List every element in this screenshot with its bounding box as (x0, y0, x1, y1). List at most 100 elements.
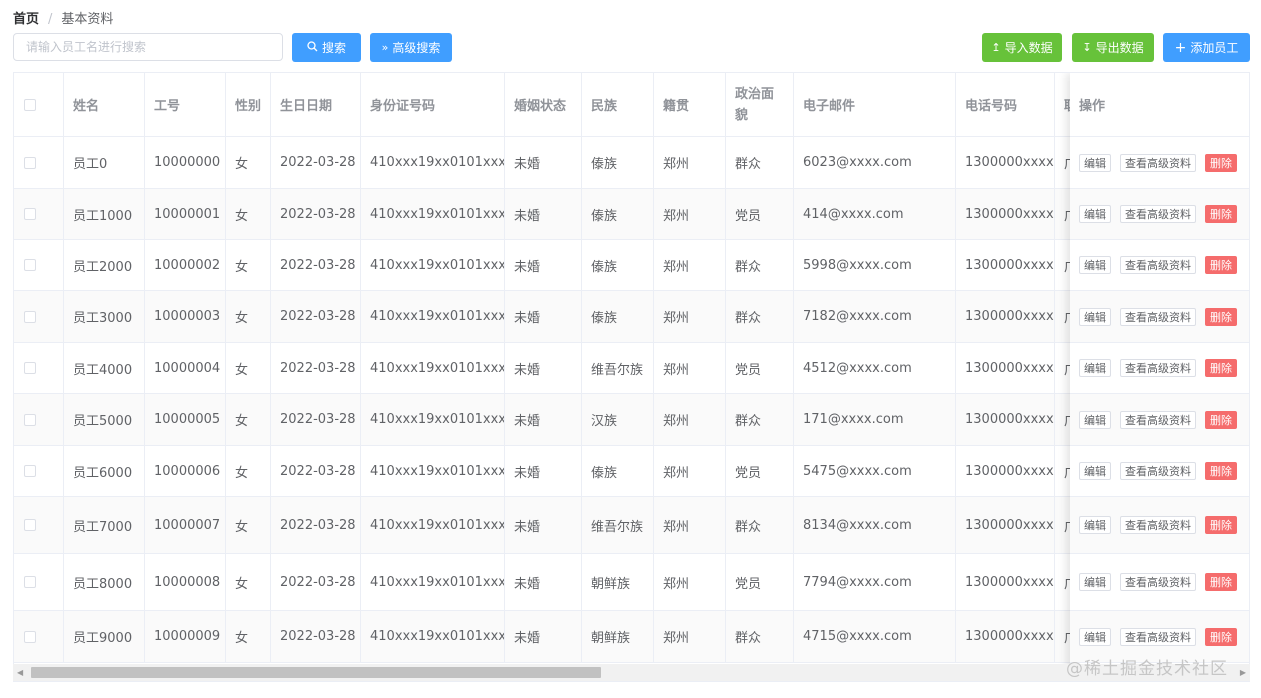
row-checkbox[interactable] (24, 259, 36, 271)
cell-politic: 群众 (726, 611, 794, 662)
row-checkbox[interactable] (24, 413, 36, 426)
cell-native: 郑州 (654, 611, 726, 662)
cell-nation: 傣族 (582, 291, 654, 342)
delete-button[interactable]: 删除 (1205, 307, 1237, 326)
scroll-left-icon[interactable]: ◀ (17, 668, 23, 677)
cell-phone: 1300000xxxx (956, 291, 1055, 342)
cell-gender: 女 (226, 291, 271, 342)
view-advanced-button[interactable]: 查看高级资料 (1120, 307, 1196, 326)
cell-marital: 未婚 (505, 343, 582, 393)
cell-text: 10000007 (154, 517, 221, 533)
row-actions: 编辑 查看高级资料 删除 (1070, 189, 1249, 240)
cell-email: 8134@xxxx.com (794, 497, 956, 553)
search-button[interactable]: 搜索 (292, 33, 361, 62)
row-select-cell[interactable] (14, 137, 64, 188)
delete-button[interactable]: 删除 (1205, 256, 1237, 274)
add-employee-button[interactable]: + 添加员工 (1163, 33, 1250, 62)
delete-button[interactable]: 删除 (1205, 410, 1237, 429)
delete-button[interactable]: 删除 (1205, 462, 1237, 480)
cell-text: 410xxx19xx0101xxxx (370, 155, 505, 170)
cell-politic: 群众 (726, 394, 794, 445)
cell-birthday: 2022-03-28 (271, 554, 361, 610)
edit-button[interactable]: 编辑 (1079, 573, 1111, 591)
advanced-search-button[interactable]: » 高级搜索 (370, 33, 452, 62)
import-label: 导入数据 (1004, 41, 1053, 55)
row-checkbox[interactable] (24, 310, 36, 323)
select-all-checkbox[interactable] (24, 98, 36, 111)
cell-text: 414@xxxx.com (803, 206, 904, 222)
view-advanced-button[interactable]: 查看高级资料 (1120, 410, 1196, 429)
row-select-cell[interactable] (14, 394, 64, 445)
export-data-button[interactable]: ↧ 导出数据 (1072, 33, 1154, 62)
operations-column: 操作 编辑 查看高级资料 删除 编辑 查看高级资料 删除 编辑 查看高级资料 删除 编辑 查看高级资料… (1070, 73, 1249, 681)
view-advanced-button[interactable]: 查看高级资料 (1120, 205, 1196, 223)
cell-native: 郑州 (654, 291, 726, 342)
select-all-cell[interactable] (14, 73, 64, 136)
edit-button[interactable]: 编辑 (1079, 516, 1111, 534)
view-advanced-button[interactable]: 查看高级资料 (1120, 153, 1196, 172)
table-row: 员工9000 10000009 女 2022-03-28 410xxx19xx0101x… (14, 611, 1249, 663)
row-select-cell[interactable] (14, 189, 64, 239)
row-select-cell[interactable] (14, 611, 64, 662)
row-select-cell[interactable] (14, 554, 64, 610)
cell-nation: 傣族 (582, 446, 654, 496)
cell-text: 郑州 (663, 208, 690, 224)
cell-birthday: 2022-03-28 (271, 394, 361, 445)
view-advanced-button[interactable]: 查看高级资料 (1120, 516, 1196, 534)
cell-text: 未婚 (514, 576, 541, 592)
cell-native: 郑州 (654, 189, 726, 239)
watermark: @稀土掘金技术社区 (1066, 659, 1228, 679)
row-select-cell[interactable] (14, 343, 64, 393)
row-select-cell[interactable] (14, 446, 64, 496)
row-select-cell[interactable] (14, 291, 64, 342)
cell-text: 傣族 (591, 157, 618, 172)
edit-button[interactable]: 编辑 (1079, 462, 1111, 480)
export-label: 导出数据 (1095, 41, 1144, 55)
cell-text: 8134@xxxx.com (803, 517, 912, 533)
cell-nation: 傣族 (582, 137, 654, 188)
edit-button[interactable]: 编辑 (1079, 359, 1111, 377)
cell-text: 党员 (735, 465, 762, 481)
delete-button[interactable]: 删除 (1205, 516, 1237, 534)
edit-button[interactable]: 编辑 (1079, 256, 1111, 274)
row-checkbox[interactable] (24, 576, 36, 588)
row-checkbox[interactable] (24, 630, 36, 643)
row-actions: 编辑 查看高级资料 删除 (1070, 291, 1249, 343)
breadcrumb-home[interactable]: 首页 (13, 12, 39, 27)
edit-button[interactable]: 编辑 (1079, 307, 1111, 326)
view-advanced-button[interactable]: 查看高级资料 (1120, 573, 1196, 591)
delete-button[interactable]: 删除 (1205, 153, 1237, 172)
scrollbar-thumb[interactable] (31, 667, 601, 678)
edit-button[interactable]: 编辑 (1079, 410, 1111, 429)
edit-button[interactable]: 编辑 (1079, 205, 1111, 223)
edit-button[interactable]: 编辑 (1079, 153, 1111, 172)
delete-button[interactable]: 删除 (1205, 359, 1237, 377)
cell-idcard: 410xxx19xx0101xxxx (361, 394, 505, 445)
row-checkbox[interactable] (24, 465, 36, 477)
cell-text: 1300000xxxx (965, 257, 1054, 273)
cell-phone: 1300000xxxx (956, 137, 1055, 188)
row-checkbox[interactable] (24, 362, 36, 374)
view-advanced-button[interactable]: 查看高级资料 (1120, 627, 1196, 646)
scroll-right-icon[interactable]: ▶ (1240, 668, 1246, 677)
delete-button[interactable]: 删除 (1205, 573, 1237, 591)
row-checkbox[interactable] (24, 156, 36, 169)
view-advanced-button[interactable]: 查看高级资料 (1120, 359, 1196, 377)
search-input[interactable] (13, 33, 283, 61)
import-data-button[interactable]: ↥ 导入数据 (982, 33, 1062, 62)
row-select-cell[interactable] (14, 497, 64, 553)
cell-birthday: 2022-03-28 (271, 497, 361, 553)
horizontal-scrollbar[interactable]: ◀ ▶ (13, 664, 1250, 681)
cell-text: 10000003 (154, 309, 221, 324)
delete-button[interactable]: 删除 (1205, 205, 1237, 223)
edit-button[interactable]: 编辑 (1079, 627, 1111, 646)
row-select-cell[interactable] (14, 240, 64, 290)
row-checkbox[interactable] (24, 519, 36, 531)
cell-idcard: 410xxx19xx0101xxxx (361, 446, 505, 496)
cell-politic: 党员 (726, 554, 794, 610)
view-advanced-button[interactable]: 查看高级资料 (1120, 462, 1196, 480)
delete-button[interactable]: 删除 (1205, 627, 1237, 646)
cell-text: 党员 (735, 362, 762, 378)
view-advanced-button[interactable]: 查看高级资料 (1120, 256, 1196, 274)
row-checkbox[interactable] (24, 208, 36, 220)
